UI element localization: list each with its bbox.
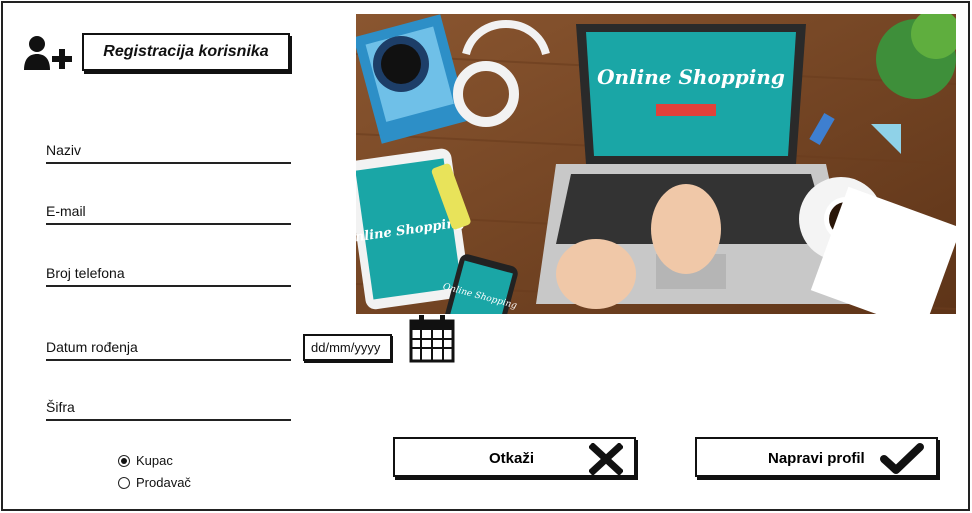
calendar-icon[interactable]: [408, 313, 456, 363]
radio-selected[interactable]: [118, 454, 130, 467]
checkmark-icon: [880, 443, 924, 474]
page-title: Registracija korisnika: [82, 33, 290, 71]
create-profile-label: Napravi profil: [768, 450, 865, 467]
name-label: Naziv: [46, 142, 82, 158]
birthdate-label: Datum rođenja: [46, 339, 138, 355]
phone-field[interactable]: Broj telefona: [46, 263, 291, 287]
role-option-kupac[interactable]: Kupac: [118, 453, 173, 468]
radio-unselected[interactable]: [118, 476, 130, 489]
role-option-label: Prodavač: [136, 475, 191, 490]
cancel-button[interactable]: Otkaži: [393, 437, 636, 477]
name-field[interactable]: Naziv: [46, 140, 291, 164]
online-shopping-hero-image: Online Shopping Online Shopping Online S…: [356, 14, 956, 314]
password-field[interactable]: Šifra: [46, 397, 291, 421]
role-option-label: Kupac: [136, 453, 173, 468]
phone-label: Broj telefona: [46, 265, 125, 281]
email-label: E-mail: [46, 203, 86, 219]
birthdate-field[interactable]: Datum rođenja: [46, 337, 291, 361]
add-user-icon: [24, 36, 72, 70]
cancel-label: Otkaži: [489, 450, 535, 467]
close-icon: [589, 443, 623, 475]
password-label: Šifra: [46, 399, 75, 415]
role-option-prodavac[interactable]: Prodavač: [118, 475, 191, 490]
date-input[interactable]: [303, 334, 392, 361]
email-field[interactable]: E-mail: [46, 201, 291, 225]
laptop-screen-text: Online Shopping: [597, 65, 785, 89]
create-profile-button[interactable]: Napravi profil: [695, 437, 938, 477]
